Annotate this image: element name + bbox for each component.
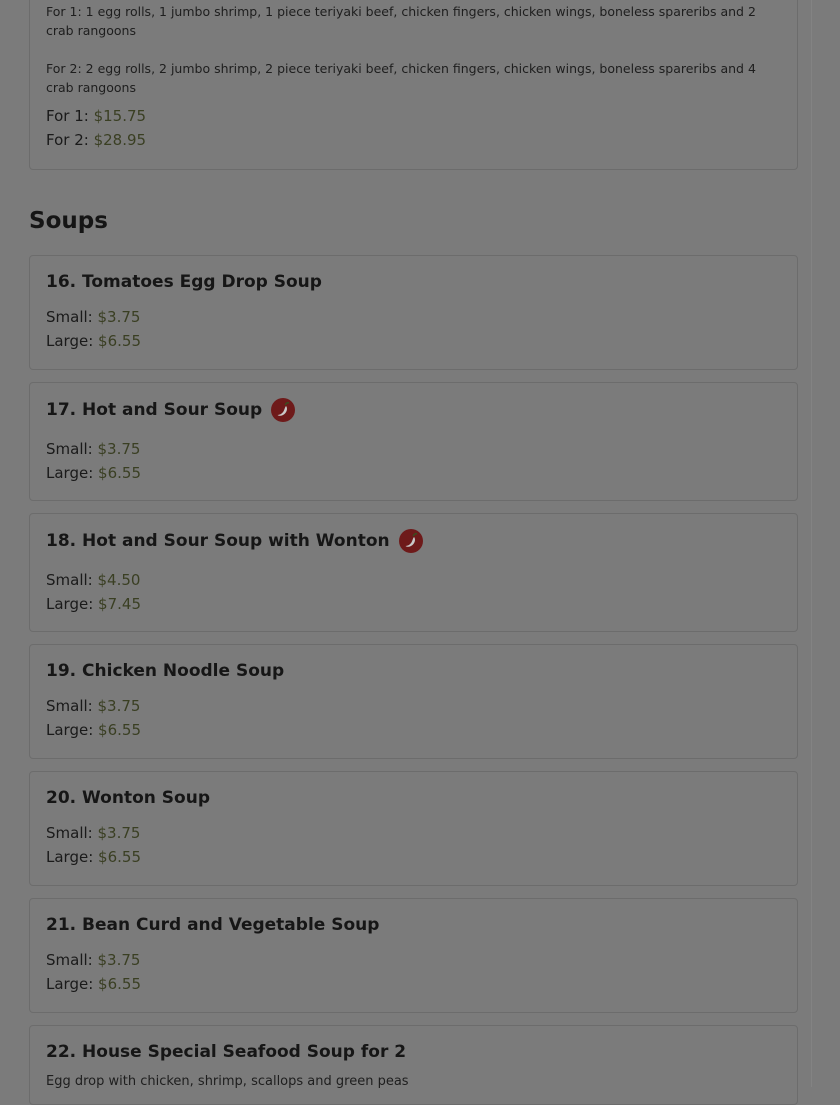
price-amount: $3.75 (97, 951, 141, 969)
item-description-for2: For 2: 2 egg rolls, 2 jumbo shrimp, 2 pi… (46, 61, 756, 95)
price-line-large[interactable]: Large: $6.55 (46, 721, 141, 739)
price-amount: $7.45 (98, 595, 141, 613)
price-label: Large: (46, 721, 94, 739)
section-title-soups: Soups (29, 208, 108, 234)
price-line-large[interactable]: Large: $7.45 (46, 595, 141, 613)
item-title: 17. Hot and Sour Soup (46, 398, 296, 422)
item-title: 22. House Special Seafood Soup for 2 (46, 1042, 406, 1062)
price-amount: $15.75 (93, 107, 147, 125)
price-label: Small: (46, 697, 93, 715)
price-line-small[interactable]: Small: $3.75 (46, 697, 140, 715)
price-line-large[interactable]: Large: $6.55 (46, 464, 141, 482)
item-title: 21. Bean Curd and Vegetable Soup (46, 915, 379, 935)
price-label: Small: (46, 824, 93, 842)
price-line-for1[interactable]: For 1: $15.75 (46, 107, 146, 125)
price-amount: $3.75 (97, 308, 141, 326)
price-amount: $6.55 (98, 848, 141, 866)
menu-item-card[interactable]: 17. Hot and Sour Soup Small: $3.75 Large… (29, 382, 798, 501)
item-title-text: 19. Chicken Noodle Soup (46, 661, 285, 681)
item-title: 16. Tomatoes Egg Drop Soup (46, 272, 322, 292)
price-line-small[interactable]: Small: $3.75 (46, 308, 140, 326)
item-title-text: 22. House Special Seafood Soup for 2 (46, 1042, 407, 1062)
item-title-text: 20. Wonton Soup (46, 788, 210, 808)
menu-item-card[interactable]: 21. Bean Curd and Vegetable Soup Small: … (29, 898, 798, 1013)
menu-item-card[interactable]: 16. Tomatoes Egg Drop Soup Small: $3.75 … (29, 255, 798, 370)
page-scrollbar[interactable] (811, 0, 840, 1087)
price-label: Small: (46, 308, 93, 326)
price-amount: $3.75 (97, 824, 141, 842)
price-amount: $6.55 (98, 464, 141, 482)
price-label: Large: (46, 848, 94, 866)
price-line-large[interactable]: Large: $6.55 (46, 332, 141, 350)
menu-item-card[interactable]: 18. Hot and Sour Soup with Wonton Small:… (29, 513, 798, 632)
price-line-for2[interactable]: For 2: $28.95 (46, 131, 146, 149)
item-title-text: 17. Hot and Sour Soup (46, 400, 263, 420)
price-label: For 2: (46, 131, 89, 149)
chili-pepper-icon (271, 398, 296, 422)
price-line-large[interactable]: Large: $6.55 (46, 975, 141, 993)
menu-item-card[interactable]: 22. House Special Seafood Soup for 2 Egg… (29, 1025, 798, 1105)
item-title: 18. Hot and Sour Soup with Wonton (46, 529, 423, 553)
item-title-text: 16. Tomatoes Egg Drop Soup (46, 272, 322, 292)
price-label: Small: (46, 951, 93, 969)
price-amount: $6.55 (98, 721, 141, 739)
price-label: Large: (46, 464, 94, 482)
price-amount: $3.75 (97, 697, 141, 715)
item-description-for1: For 1: 1 egg rolls, 1 jumbo shrimp, 1 pi… (46, 4, 756, 38)
scrollbar-track[interactable] (820, 0, 832, 1087)
menu-item-card[interactable]: 19. Chicken Noodle Soup Small: $3.75 Lar… (29, 644, 798, 759)
menu-item-card-combo[interactable]: For 1: 1 egg rolls, 1 jumbo shrimp, 1 pi… (29, 0, 798, 170)
price-line-large[interactable]: Large: $6.55 (46, 848, 141, 866)
price-label: Small: (46, 440, 93, 458)
price-line-small[interactable]: Small: $3.75 (46, 951, 140, 969)
price-label: Large: (46, 595, 94, 613)
price-amount: $6.55 (98, 332, 141, 350)
price-line-small[interactable]: Small: $3.75 (46, 824, 140, 842)
item-title-text: 18. Hot and Sour Soup with Wonton (46, 531, 390, 551)
chili-pepper-icon (398, 529, 423, 553)
price-amount: $4.50 (97, 571, 141, 589)
price-amount: $3.75 (97, 440, 141, 458)
price-label: For 1: (46, 107, 89, 125)
price-label: Large: (46, 332, 94, 350)
item-title: 20. Wonton Soup (46, 788, 210, 808)
item-title: 19. Chicken Noodle Soup (46, 661, 284, 681)
price-label: Small: (46, 571, 93, 589)
price-amount: $28.95 (93, 131, 147, 149)
price-line-small[interactable]: Small: $4.50 (46, 571, 140, 589)
price-line-small[interactable]: Small: $3.75 (46, 440, 140, 458)
price-amount: $6.55 (98, 975, 141, 993)
price-label: Large: (46, 975, 94, 993)
item-title-text: 21. Bean Curd and Vegetable Soup (46, 915, 380, 935)
menu-item-card[interactable]: 20. Wonton Soup Small: $3.75 Large: $6.5… (29, 771, 798, 886)
